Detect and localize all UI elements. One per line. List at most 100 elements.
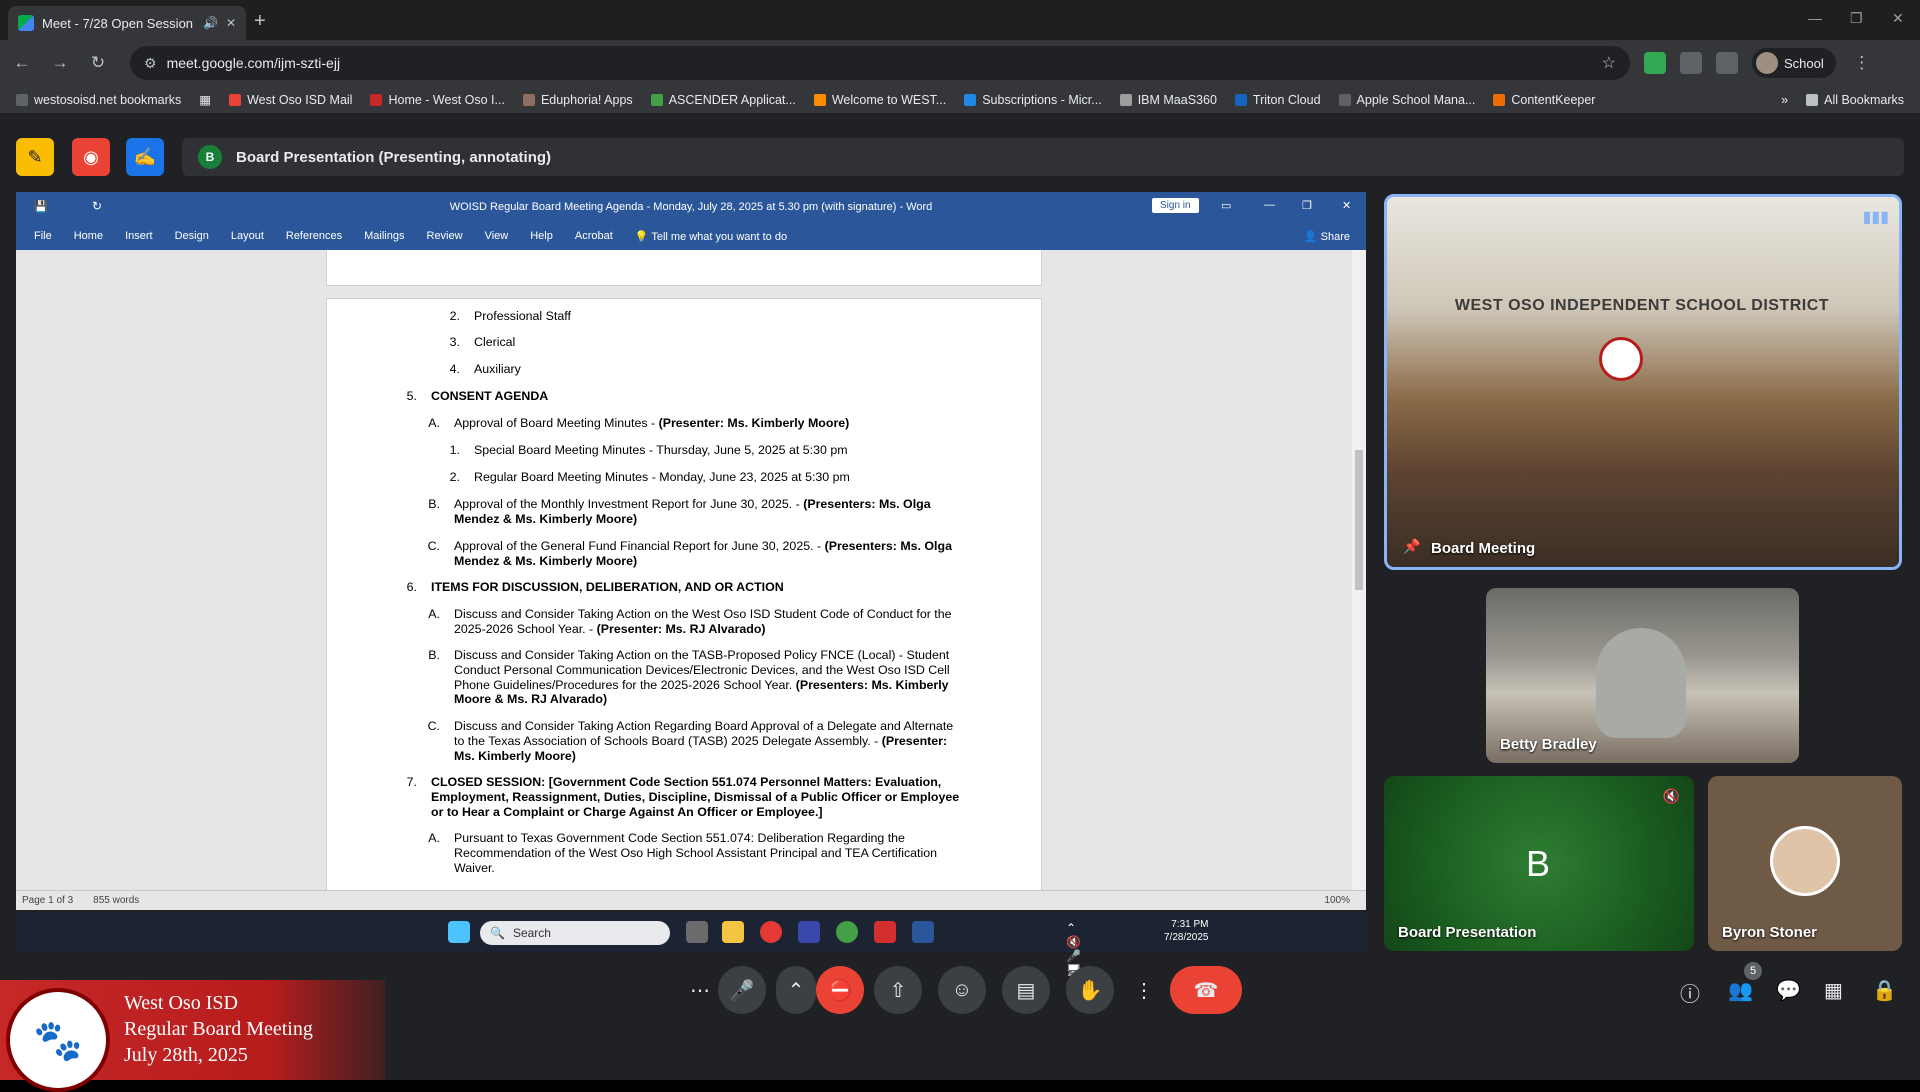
more-bookmarks-icon[interactable]: » (1781, 93, 1788, 107)
overlay-subtitle: Regular Board Meeting (124, 1018, 313, 1040)
bookmark-item[interactable]: ContentKeeper (1493, 93, 1595, 107)
ribbon-tab-layout[interactable]: Layout (231, 230, 264, 242)
ribbon-tab-view[interactable]: View (485, 230, 509, 242)
bookmark-item[interactable]: West Oso ISD Mail (229, 93, 352, 107)
meeting-info-icon[interactable]: ⓘ (1680, 978, 1700, 1007)
bookmark-item[interactable]: westosoisd.net bookmarks (16, 93, 181, 107)
address-bar[interactable]: ⚙ meet.google.com/ijm-szti-ejj ☆ (130, 46, 1630, 80)
cast-icon[interactable] (1716, 52, 1738, 74)
all-bookmarks-folder[interactable]: All Bookmarks (1806, 93, 1904, 107)
restore-icon[interactable]: ❐ (1850, 10, 1863, 27)
ribbon-tab-file[interactable]: File (34, 230, 52, 242)
file-explorer-icon[interactable] (722, 921, 744, 943)
bookmark-item[interactable]: Eduphoria! Apps (522, 93, 633, 107)
tell-me-box[interactable]: 💡 Tell me what you want to do (635, 230, 787, 243)
chrome-profile-icon[interactable] (836, 921, 858, 943)
windows-start-icon[interactable] (448, 921, 470, 943)
ribbon-tab-review[interactable]: Review (427, 230, 463, 242)
reload-icon[interactable]: ↻ (86, 53, 110, 73)
new-tab-icon[interactable]: + (254, 10, 266, 33)
extension-icon[interactable] (1644, 52, 1666, 74)
microphone-button[interactable]: 🎤 (718, 966, 766, 1014)
video-tile-board-presentation[interactable]: B 🔇 Board Presentation (1384, 776, 1694, 951)
broadcast-lower-third: 🐾 West Oso ISD Regular Board Meeting Jul… (0, 980, 385, 1092)
annotate-icon[interactable]: ✍ (126, 138, 164, 176)
word-vertical-scrollbar[interactable] (1352, 250, 1366, 890)
lightbulb-icon: 💡 (634, 230, 649, 243)
host-controls-lock-icon[interactable]: 🔒 (1872, 978, 1897, 1003)
close-window-icon[interactable]: ✕ (1892, 10, 1904, 27)
video-tile-betty-bradley[interactable]: Betty Bradley (1486, 588, 1799, 763)
word-minimize-icon[interactable]: — (1264, 199, 1275, 211)
ribbon-tab-home[interactable]: Home (74, 230, 103, 242)
taskbar-clock[interactable]: 7:31 PM 7/28/2025 (1164, 918, 1209, 944)
captions-button[interactable]: ▤ (1002, 966, 1050, 1014)
word-close-icon[interactable]: ✕ (1342, 199, 1351, 212)
close-tab-icon[interactable]: ✕ (226, 16, 236, 30)
extensions-puzzle-icon[interactable] (1680, 52, 1702, 74)
annotation-toggle-icon[interactable]: ✎ (16, 138, 54, 176)
chrome-icon[interactable] (760, 921, 782, 943)
pin-icon[interactable]: 📌 (1403, 538, 1420, 555)
ribbon-tab-acrobat[interactable]: Acrobat (575, 230, 613, 242)
bookmark-item[interactable]: Apple School Mana... (1338, 93, 1475, 107)
site-info-icon[interactable]: ⚙ (144, 55, 157, 72)
hand-icon: ✋ (1077, 979, 1103, 1002)
zoom-level[interactable]: 100% (1324, 895, 1350, 906)
profile-button[interactable]: School (1752, 48, 1836, 78)
bookmark-item[interactable]: ASCENDER Applicat... (650, 93, 796, 107)
bookmark-item[interactable]: IBM MaaS360 (1119, 93, 1217, 107)
reactions-button[interactable]: ☺ (938, 966, 986, 1014)
camera-options-chevron-icon[interactable]: ⌃ (776, 966, 816, 1014)
raise-hand-button[interactable]: ✋ (1066, 966, 1114, 1014)
ribbon-tab-help[interactable]: Help (530, 230, 553, 242)
video-tile-board-meeting[interactable]: WEST OSO INDEPENDENT SCHOOL DISTRICT ▮▮▮… (1384, 194, 1902, 570)
word-sign-in-button[interactable]: Sign in (1152, 198, 1199, 213)
ribbon-tab-mailings[interactable]: Mailings (364, 230, 404, 242)
page-count[interactable]: Page 1 of 3 (22, 895, 73, 906)
captions-icon: ▤ (1016, 979, 1036, 1002)
ribbon-display-icon[interactable]: ▭ (1221, 199, 1231, 212)
word-share-button[interactable]: 👤 Share (1304, 230, 1350, 243)
scrollbar-thumb[interactable] (1355, 450, 1363, 590)
ribbon-tab-references[interactable]: References (286, 230, 342, 242)
app-icon[interactable] (798, 921, 820, 943)
bookmark-star-icon[interactable]: ☆ (1602, 53, 1616, 73)
more-options-icon[interactable]: ⋯ (676, 966, 724, 1014)
camera-off-button[interactable]: ⛔ (816, 966, 864, 1014)
apps-grid-icon[interactable]: ▦ (199, 92, 211, 107)
tray-icons[interactable]: ⌃ 🔇 🎤 🖥 🔇 (1066, 921, 1088, 991)
participant-count-badge: 5 (1744, 962, 1762, 980)
ribbon-tab-design[interactable]: Design (175, 230, 209, 242)
bookmark-item[interactable]: Welcome to WEST... (813, 93, 946, 107)
word-restore-icon[interactable]: ❐ (1302, 199, 1312, 212)
document-page[interactable]: 2. Professional Staff 3. Clerical 4. Auxili… (326, 298, 1042, 898)
powerpoint-icon[interactable] (874, 921, 896, 943)
back-icon[interactable]: ← (10, 53, 34, 73)
bookmark-item[interactable]: Home - West Oso I... (370, 93, 505, 107)
task-view-icon[interactable] (686, 921, 708, 943)
browser-tab[interactable]: Meet - 7/28 Open Session 🔊 ✕ (8, 6, 246, 40)
more-kebab-icon[interactable]: ⋮ (1130, 966, 1158, 1014)
windows-search-box[interactable]: 🔍 Search (480, 921, 670, 945)
present-screen-button[interactable]: ⇧ (874, 966, 922, 1014)
leave-call-button[interactable]: ☎ (1170, 966, 1242, 1014)
shared-screen: 💾 ↻ WOISD Regular Board Meeting Agenda -… (16, 192, 1366, 910)
minimize-icon[interactable]: — (1808, 10, 1822, 26)
bookmark-item[interactable]: Subscriptions - Micr... (964, 93, 1102, 107)
activities-grid-icon[interactable]: ▦ (1824, 978, 1843, 1003)
ribbon-tab-insert[interactable]: Insert (125, 230, 153, 242)
menu-kebab-icon[interactable]: ⋮ (1850, 53, 1874, 73)
agenda-content: 2. Professional Staff 3. Clerical 4. Auxili… (406, 309, 960, 875)
record-icon[interactable]: ◉ (72, 138, 110, 176)
video-tile-byron-stoner[interactable]: Byron Stoner (1708, 776, 1902, 951)
word-count[interactable]: 855 words (93, 895, 139, 906)
presenting-label: Board Presentation (Presenting, annotati… (236, 148, 552, 166)
word-icon[interactable] (912, 921, 934, 943)
forward-icon[interactable]: → (48, 53, 72, 73)
search-icon: 🔍 (490, 926, 505, 940)
people-icon[interactable]: 👥 (1728, 978, 1753, 1003)
chat-icon[interactable]: 💬 (1776, 978, 1801, 1003)
speaker-icon[interactable]: 🔊 (203, 16, 218, 30)
bookmark-item[interactable]: Triton Cloud (1234, 93, 1321, 107)
